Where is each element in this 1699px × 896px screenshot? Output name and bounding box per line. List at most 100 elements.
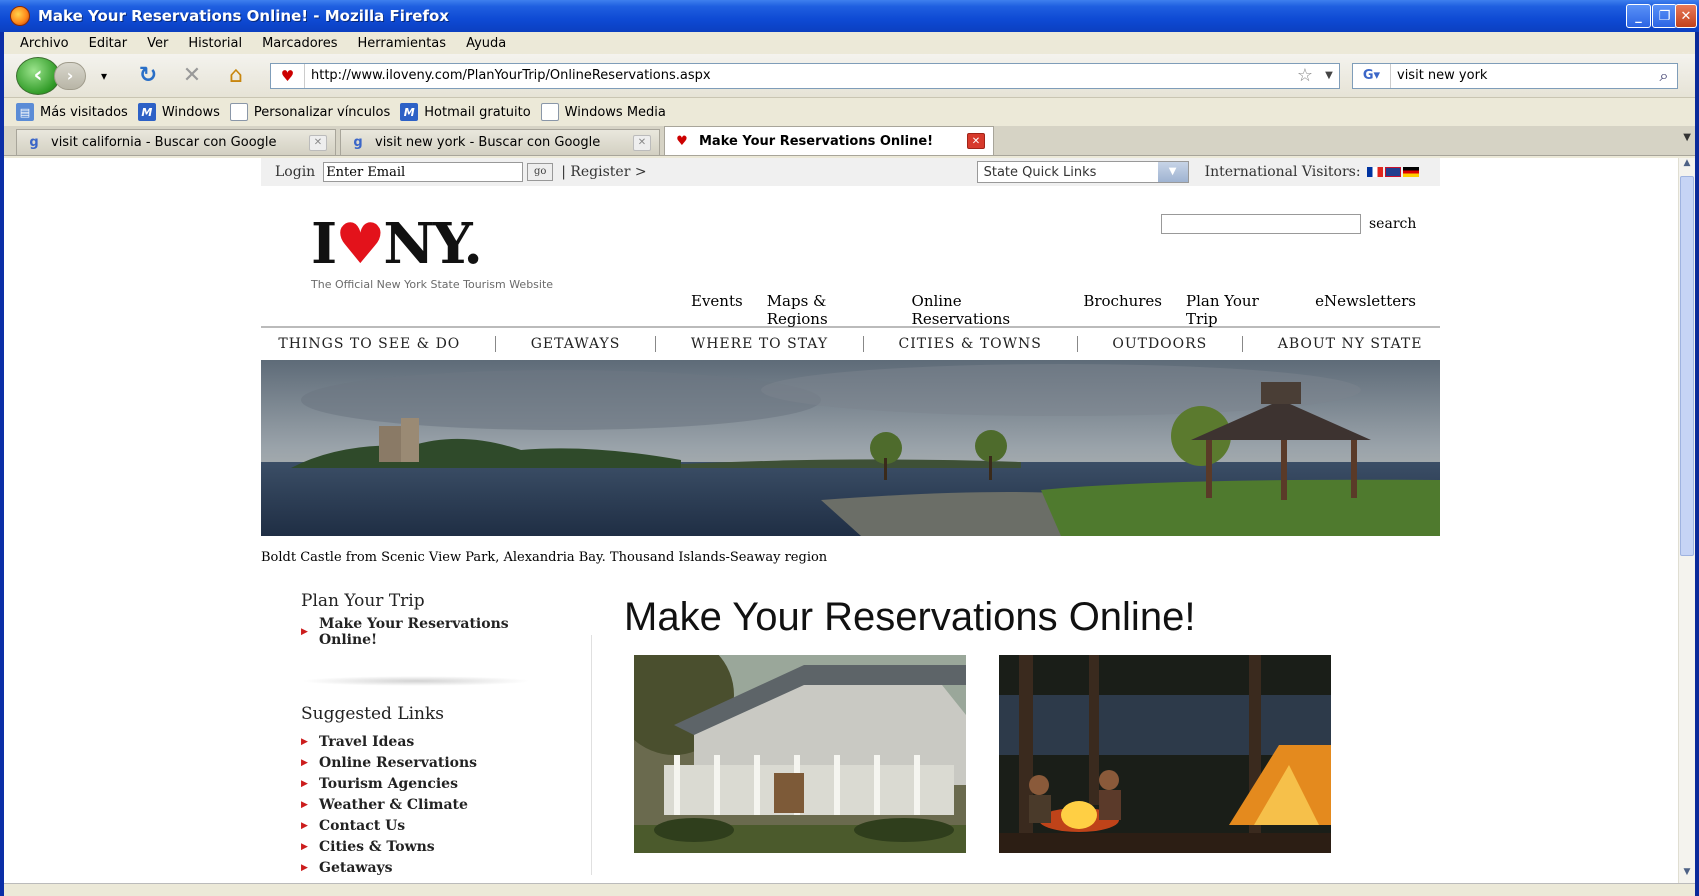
bookmark-personalizar[interactable]: Personalizar vínculos xyxy=(229,103,390,121)
link-cities-towns[interactable]: ▶ Cities & Towns xyxy=(301,839,571,855)
search-icon[interactable]: ⌕ xyxy=(1651,66,1677,86)
go-button[interactable]: go xyxy=(527,163,554,181)
reload-button[interactable]: ↻ xyxy=(132,60,164,92)
stop-icon: ✕ xyxy=(182,63,202,88)
sidebar-item-reservations[interactable]: ▶ Make Your Reservations Online! xyxy=(301,616,571,648)
home-button[interactable]: ⌂ xyxy=(220,60,252,92)
iloveny-favicon-icon: ♥ xyxy=(676,133,688,149)
google-favicon-icon: g xyxy=(29,135,39,150)
address-bar[interactable]: ♥ ☆ ▼ xyxy=(270,62,1340,89)
arrow-right-icon: ▶ xyxy=(301,779,308,789)
hero-caption: Boldt Castle from Scenic View Park, Alex… xyxy=(261,550,828,565)
uk-flag-icon[interactable] xyxy=(1384,167,1401,177)
link-online-reservations[interactable]: Online Reservations xyxy=(912,292,1060,328)
page-icon xyxy=(229,103,248,121)
menu-ayuda[interactable]: Ayuda xyxy=(466,36,506,51)
tab-visit-new-york[interactable]: g visit new york - Buscar con Google ✕ xyxy=(340,129,660,155)
link-enewsletters[interactable]: eNewsletters xyxy=(1315,292,1416,328)
link-getaways[interactable]: ▶ Getaways xyxy=(301,860,571,876)
site-search-input[interactable] xyxy=(1161,214,1361,234)
register-link[interactable]: | Register > xyxy=(561,164,646,180)
menu-marcadores[interactable]: Marcadores xyxy=(262,36,337,51)
utility-links: Events Maps & Regions Online Reservation… xyxy=(691,292,1440,328)
search-input[interactable] xyxy=(1391,64,1651,87)
scroll-up-icon[interactable]: ▲ xyxy=(1679,158,1695,174)
nav-about-ny[interactable]: ABOUT NY STATE xyxy=(1278,336,1423,352)
menu-ver[interactable]: Ver xyxy=(147,36,168,51)
nav-cities-towns[interactable]: CITIES & TOWNS xyxy=(899,336,1042,352)
title-bar: Make Your Reservations Online! - Mozilla… xyxy=(0,0,1699,32)
close-tab-icon[interactable]: ✕ xyxy=(309,134,327,151)
url-input[interactable] xyxy=(305,64,1291,87)
tab-visit-california[interactable]: g visit california - Buscar con Google ✕ xyxy=(16,129,336,155)
status-bar xyxy=(4,883,1695,896)
search-button[interactable]: search xyxy=(1369,216,1416,232)
french-flag-icon[interactable] xyxy=(1366,167,1383,177)
nav-divider xyxy=(862,336,864,352)
menu-archivo[interactable]: Archivo xyxy=(20,36,69,51)
firefox-logo-icon xyxy=(10,6,30,26)
nav-getaways[interactable]: GETAWAYS xyxy=(531,336,621,352)
tab-list-dropdown-icon[interactable]: ▼ xyxy=(1683,132,1691,143)
page-title: Make Your Reservations Online! xyxy=(624,595,1196,639)
home-icon: ⌂ xyxy=(229,63,243,88)
msn-icon: M xyxy=(400,103,419,121)
browser-client: Archivo Editar Ver Historial Marcadores … xyxy=(4,32,1695,896)
header-area: I♥NY. The Official New York State Touris… xyxy=(261,186,1440,328)
link-tourism-agencies[interactable]: ▶ Tourism Agencies xyxy=(301,776,571,792)
stop-button[interactable]: ✕ xyxy=(176,60,208,92)
vertical-scrollbar[interactable]: ▲ ▼ xyxy=(1678,158,1695,883)
chevron-down-icon: ▼ xyxy=(1157,162,1188,182)
google-engine-icon[interactable]: G▾ xyxy=(1353,63,1391,88)
nav-outdoors[interactable]: OUTDOORS xyxy=(1112,336,1207,352)
nav-things-to-see[interactable]: THINGS TO SEE & DO xyxy=(278,336,460,352)
reload-icon: ↻ xyxy=(138,63,158,88)
nav-where-to-stay[interactable]: WHERE TO STAY xyxy=(691,336,828,352)
url-dropdown-icon[interactable]: ▼ xyxy=(1319,70,1339,81)
menu-editar[interactable]: Editar xyxy=(89,36,128,51)
state-quick-links-select[interactable]: State Quick Links ▼ xyxy=(976,161,1189,183)
link-weather-climate[interactable]: ▶ Weather & Climate xyxy=(301,797,571,813)
maximize-button[interactable]: ❐ xyxy=(1652,4,1677,28)
hero-image xyxy=(261,360,1440,536)
link-travel-ideas[interactable]: ▶ Travel Ideas xyxy=(301,734,571,750)
nav-divider xyxy=(1242,336,1244,352)
plan-your-trip-heading: Plan Your Trip xyxy=(301,591,425,611)
close-window-button[interactable]: ✕ xyxy=(1675,4,1697,28)
bookmark-star-icon[interactable]: ☆ xyxy=(1291,65,1319,86)
close-tab-icon[interactable]: ✕ xyxy=(633,134,651,151)
search-bar[interactable]: G▾ ⌕ xyxy=(1352,62,1678,89)
photo-campfire[interactable] xyxy=(999,655,1331,853)
bookmark-mas-visitados[interactable]: ▤ Más visitados xyxy=(16,103,128,121)
iloveny-logo[interactable]: I♥NY. xyxy=(311,216,483,272)
link-brochures[interactable]: Brochures xyxy=(1083,292,1162,328)
minimize-button[interactable]: _ xyxy=(1626,4,1651,28)
scroll-thumb[interactable] xyxy=(1680,176,1694,556)
page-viewport: Login go | Register > State Quick Links … xyxy=(4,158,1695,883)
german-flag-icon[interactable] xyxy=(1402,167,1419,177)
arrow-right-icon: ▶ xyxy=(301,758,308,768)
link-events[interactable]: Events xyxy=(691,292,743,328)
close-tab-icon[interactable]: ✕ xyxy=(967,133,985,149)
link-plan-your-trip[interactable]: Plan Your Trip xyxy=(1186,292,1291,328)
history-dropdown-icon[interactable]: ▾ xyxy=(88,60,120,92)
tab-reservations[interactable]: ♥ Make Your Reservations Online! ✕ xyxy=(664,126,994,155)
divider xyxy=(301,676,531,686)
link-contact-us[interactable]: ▶ Contact Us xyxy=(301,818,571,834)
arrow-right-icon: ▶ xyxy=(301,842,308,852)
bookmarks-toolbar: ▤ Más visitados M Windows Personalizar vín… xyxy=(4,98,1695,126)
scroll-down-icon[interactable]: ▼ xyxy=(1679,867,1695,883)
menu-historial[interactable]: Historial xyxy=(188,36,242,51)
bookmark-windows-media[interactable]: Windows Media xyxy=(540,103,666,121)
photo-inn[interactable] xyxy=(634,655,966,853)
bookmark-windows[interactable]: M Windows xyxy=(137,103,220,121)
link-maps-regions[interactable]: Maps & Regions xyxy=(767,292,888,328)
bookmark-hotmail[interactable]: M Hotmail gratuito xyxy=(400,103,531,121)
forward-arrow-icon: › xyxy=(66,66,74,85)
menu-herramientas[interactable]: Herramientas xyxy=(358,36,447,51)
arrow-right-icon: ▶ xyxy=(301,821,308,831)
email-input[interactable] xyxy=(323,162,524,182)
link-online-reservations-side[interactable]: ▶ Online Reservations xyxy=(301,755,571,771)
forward-button[interactable]: › xyxy=(54,61,86,90)
arrow-right-icon: ▶ xyxy=(301,737,308,747)
